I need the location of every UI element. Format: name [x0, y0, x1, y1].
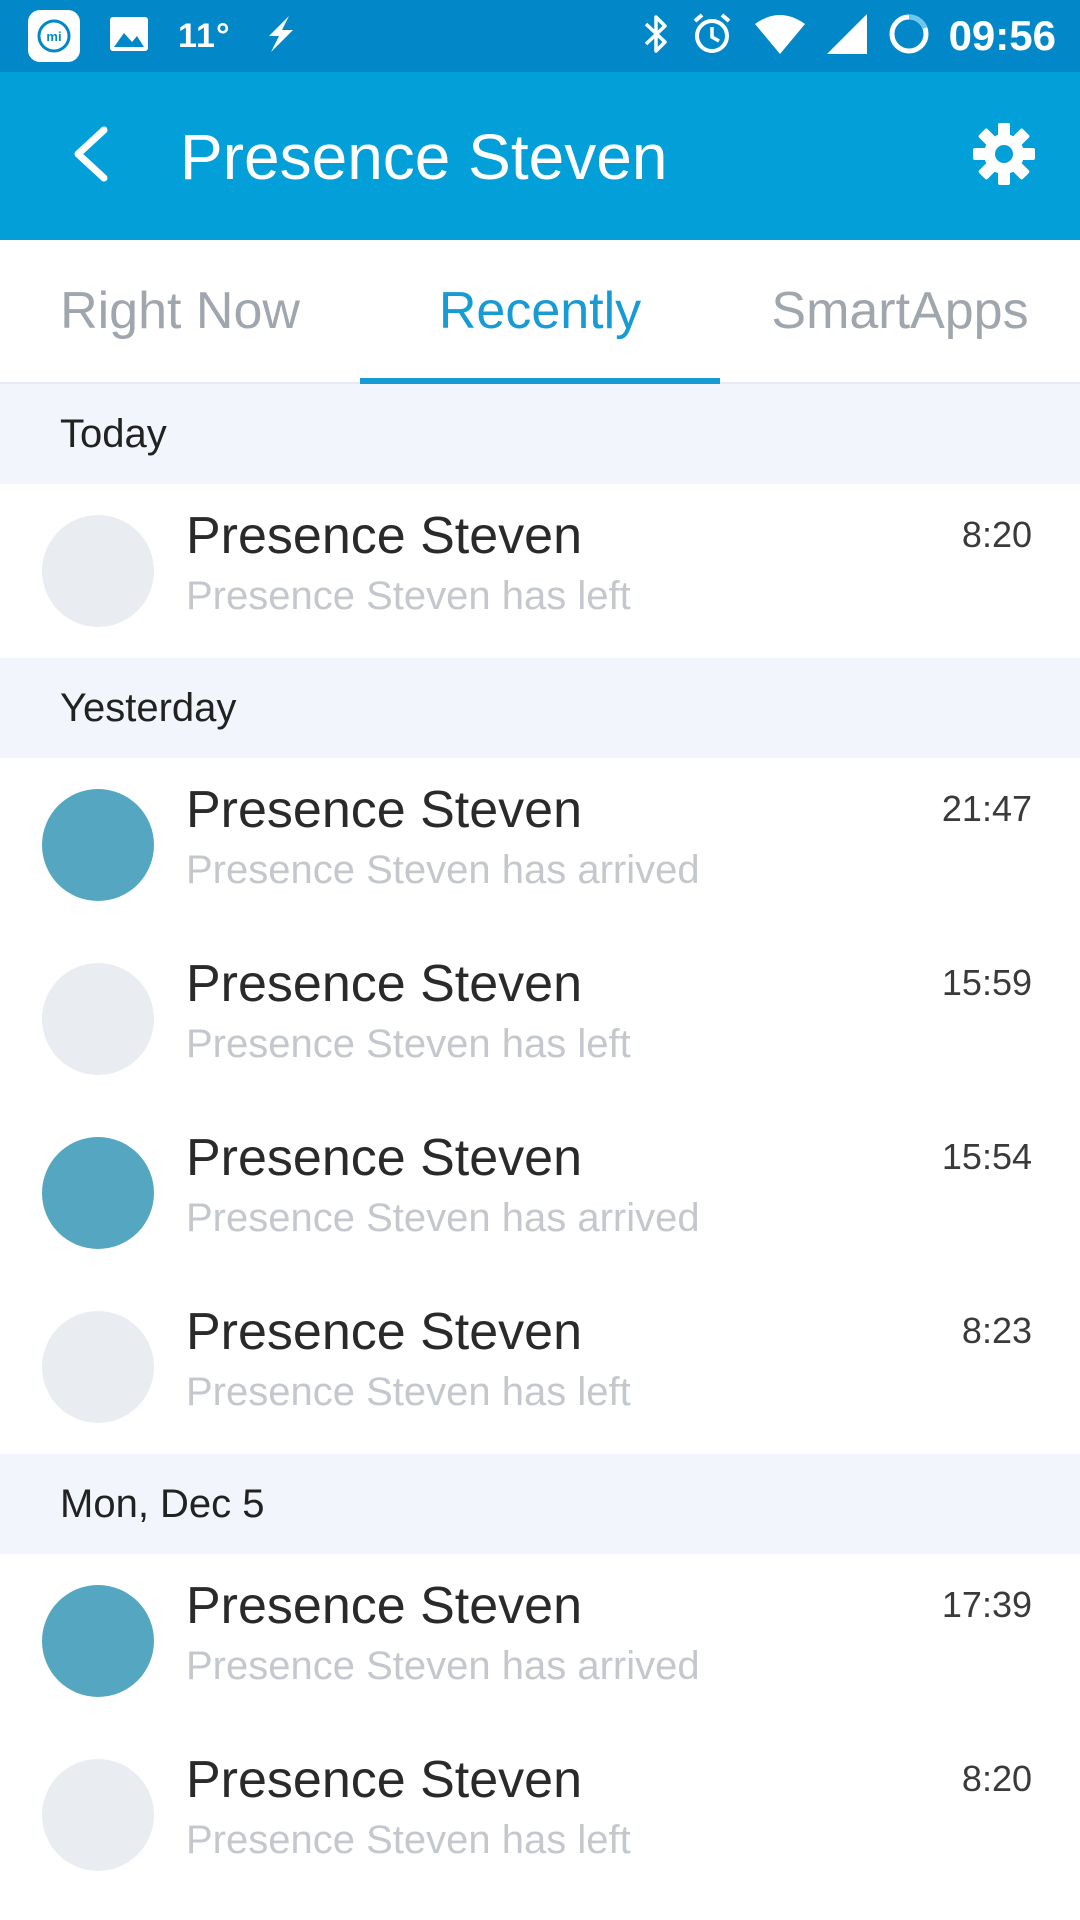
tab-smartapps[interactable]: SmartApps [720, 240, 1080, 382]
avatar [42, 1759, 154, 1871]
avatar [42, 1137, 154, 1249]
signal-icon [825, 12, 869, 61]
svg-text:mi: mi [46, 29, 61, 44]
section-header-mon-dec-5: Mon, Dec 5 [0, 1454, 1080, 1554]
event-title: Presence Steven [186, 507, 583, 565]
event-time: 15:59 [941, 962, 1032, 1003]
event-row[interactable]: Presence Steven Presence Steven has arri… [0, 758, 1080, 932]
event-time: 8:20 [961, 1758, 1032, 1799]
back-button[interactable] [50, 116, 130, 196]
section-mon-dec-5: Presence Steven Presence Steven has arri… [0, 1554, 1080, 1902]
event-time: 17:39 [941, 1584, 1032, 1625]
status-bar: mi 11° 09:56 [0, 0, 1080, 72]
avatar [42, 789, 154, 901]
event-row[interactable]: Presence Steven Presence Steven has left… [0, 484, 1080, 658]
clock-text: 09:56 [948, 12, 1056, 59]
event-subtitle: Presence Steven has left [186, 574, 631, 618]
avatar [42, 1311, 154, 1423]
alarm-icon [689, 11, 735, 62]
event-row[interactable]: Presence Steven Presence Steven has arri… [0, 1554, 1080, 1728]
status-right: 09:56 [641, 0, 1056, 72]
event-time: 8:20 [961, 514, 1032, 555]
battery-ring-icon [887, 12, 931, 61]
tab-bar: Right Now Recently SmartApps [0, 240, 1080, 384]
event-title: Presence Steven [186, 1129, 583, 1187]
event-title: Presence Steven [186, 1751, 583, 1809]
activity-feed[interactable]: Today Presence Steven Presence Steven ha… [0, 384, 1080, 1902]
event-time: 15:54 [941, 1136, 1032, 1177]
tab-recently[interactable]: Recently [360, 240, 720, 384]
avatar [42, 515, 154, 627]
avatar [42, 1585, 154, 1697]
section-today: Presence Steven Presence Steven has left… [0, 484, 1080, 658]
event-subtitle: Presence Steven has left [186, 1818, 631, 1862]
event-title: Presence Steven [186, 1577, 583, 1635]
event-time: 8:23 [961, 1310, 1032, 1351]
temperature-text: 11° [178, 16, 231, 55]
section-header-yesterday: Yesterday [0, 658, 1080, 758]
app-bar: Presence Steven [0, 72, 1080, 240]
section-header-today: Today [0, 384, 1080, 484]
tab-right-now[interactable]: Right Now [0, 240, 360, 382]
page-title: Presence Steven [180, 121, 668, 193]
flash-icon [259, 12, 303, 61]
status-left: mi 11° [28, 0, 303, 72]
event-row[interactable]: Presence Steven Presence Steven has arri… [0, 1106, 1080, 1280]
event-title: Presence Steven [186, 955, 583, 1013]
chevron-left-icon [68, 124, 112, 189]
event-row[interactable]: Presence Steven Presence Steven has left… [0, 1728, 1080, 1902]
settings-button[interactable] [964, 116, 1044, 196]
gear-icon [971, 121, 1037, 192]
event-row[interactable]: Presence Steven Presence Steven has left… [0, 932, 1080, 1106]
mi-logo-icon: mi [28, 10, 80, 62]
event-subtitle: Presence Steven has arrived [186, 1196, 700, 1240]
event-title: Presence Steven [186, 781, 583, 839]
event-subtitle: Presence Steven has left [186, 1370, 631, 1414]
event-subtitle: Presence Steven has arrived [186, 1644, 700, 1688]
section-yesterday: Presence Steven Presence Steven has arri… [0, 758, 1080, 1454]
bluetooth-icon [641, 12, 671, 61]
event-title: Presence Steven [186, 1303, 583, 1361]
avatar [42, 963, 154, 1075]
wifi-icon [753, 12, 807, 61]
event-subtitle: Presence Steven has arrived [186, 848, 700, 892]
gallery-icon [108, 15, 150, 58]
event-row[interactable]: Presence Steven Presence Steven has left… [0, 1280, 1080, 1454]
event-subtitle: Presence Steven has left [186, 1022, 631, 1066]
event-time: 21:47 [941, 788, 1032, 829]
